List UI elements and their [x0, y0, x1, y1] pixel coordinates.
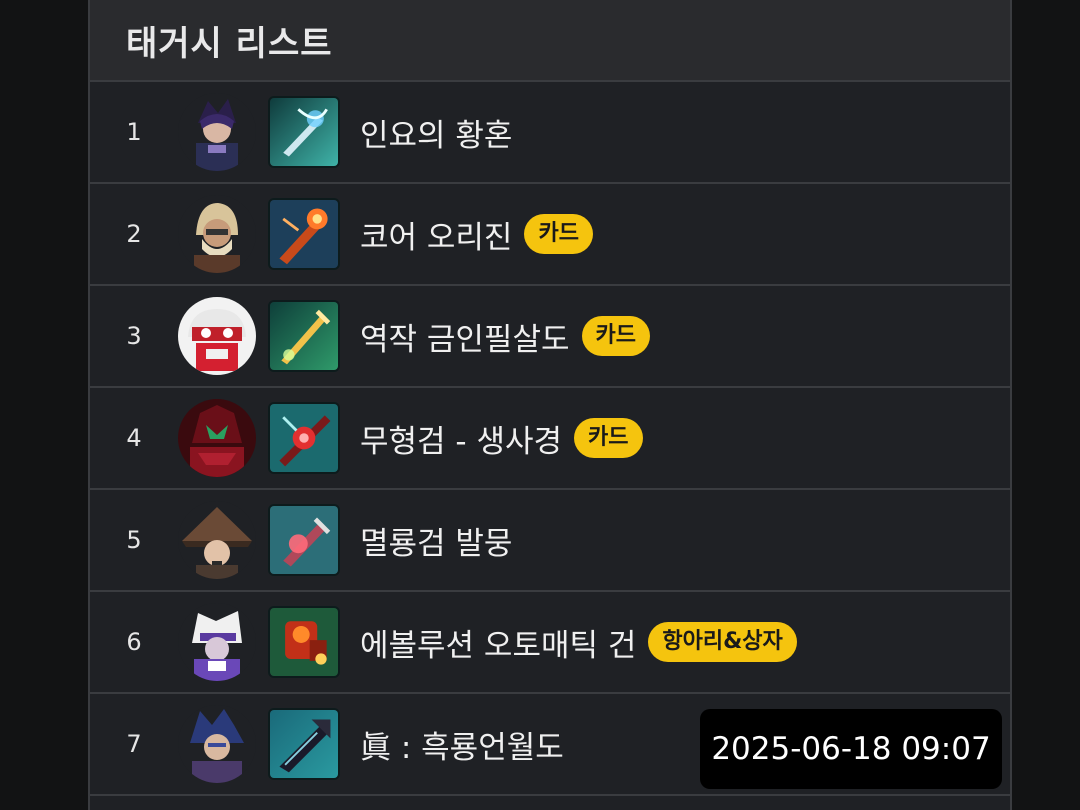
item-name: 무형검 - 생사경: [360, 423, 563, 460]
legacy-list-panel: 태거시 리스트 1 인요의 황혼 2 코어 오리진 카드 3 역작 금인필살도: [88, 0, 1012, 810]
list-item[interactable]: 3 역작 금인필살도 카드: [90, 286, 1010, 388]
rank-number: 6: [126, 628, 142, 656]
list-item[interactable]: 6 에볼루션 오토매틱 건 항아리&상자: [90, 592, 1010, 694]
weapon-icon: [268, 198, 340, 270]
panel-title: 태거시 리스트: [126, 23, 333, 64]
weapon-icon: [268, 606, 340, 678]
rank-number: 4: [126, 424, 142, 452]
item-name: 멸룡검 발뭉: [360, 525, 513, 562]
list-item[interactable]: 1 인요의 황혼: [90, 82, 1010, 184]
item-name: 眞 : 흑룡언월도: [360, 729, 564, 766]
weapon-icon: [268, 96, 340, 168]
weapon-icon: [268, 300, 340, 372]
panel-header: 태거시 리스트: [90, 0, 1010, 82]
character-portrait-icon: [178, 501, 256, 579]
source-badge: 카드: [524, 213, 593, 255]
rank-number: 5: [126, 526, 142, 554]
character-portrait-icon: [178, 399, 256, 477]
weapon-icon: [268, 402, 340, 474]
list-item[interactable]: 4 무형검 - 생사경 카드: [90, 388, 1010, 490]
source-badge: 항아리&상자: [648, 621, 797, 663]
source-badge: 카드: [581, 315, 650, 357]
rank-number: 2: [126, 220, 142, 248]
character-portrait-icon: [178, 297, 256, 375]
item-name: 역작 금인필살도: [360, 321, 570, 358]
timestamp-overlay: 2025-06-18 09:07: [700, 709, 1002, 789]
item-name: 인요의 황혼: [360, 117, 513, 154]
item-name: 에볼루션 오토매틱 건: [360, 627, 637, 664]
character-portrait-icon: [178, 705, 256, 783]
rank-number: 7: [126, 730, 142, 758]
weapon-icon: [268, 708, 340, 780]
character-portrait-icon: [178, 195, 256, 273]
weapon-icon: [268, 504, 340, 576]
source-badge: 카드: [574, 417, 643, 459]
list-item[interactable]: 2 코어 오리진 카드: [90, 184, 1010, 286]
character-portrait-icon: [178, 93, 256, 171]
rank-number: 3: [126, 322, 142, 350]
item-name: 코어 오리진: [360, 219, 513, 256]
list-item[interactable]: 5 멸룡검 발뭉: [90, 490, 1010, 592]
rank-number: 1: [126, 118, 142, 146]
character-portrait-icon: [178, 603, 256, 681]
